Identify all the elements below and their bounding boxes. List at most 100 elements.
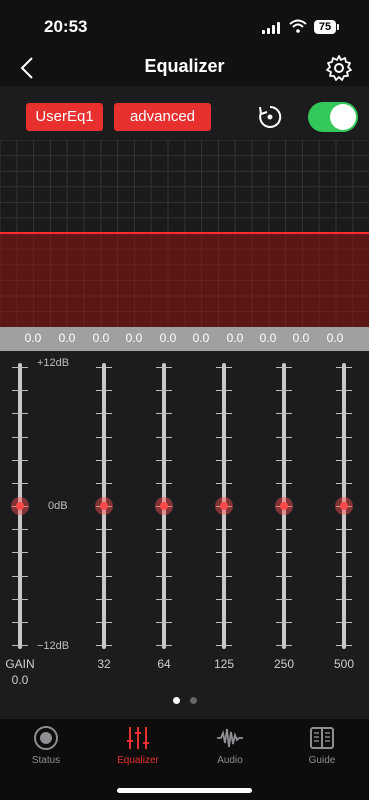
slider-tick	[276, 459, 292, 461]
slider-tick	[12, 621, 28, 623]
tab-status-label: Status	[31, 755, 61, 766]
slider-thumb-250[interactable]	[275, 497, 293, 515]
tab-equalizer[interactable]: Equalizer	[92, 719, 184, 779]
slider-tick	[156, 575, 172, 577]
slider-tick	[216, 529, 232, 531]
slider-thumb-500[interactable]	[335, 497, 353, 515]
slider-tick	[156, 598, 172, 600]
slider-tick	[216, 436, 232, 438]
slider-tick	[276, 621, 292, 623]
slider-thumb-32[interactable]	[95, 497, 113, 515]
slider-tick	[156, 552, 172, 554]
tab-status[interactable]: Status	[0, 719, 92, 779]
slider-tick	[336, 621, 352, 623]
status-time: 20:53	[44, 17, 88, 36]
band-value-8: 0.0	[292, 331, 310, 345]
slider-tick	[156, 413, 172, 415]
slider-tick	[12, 575, 28, 577]
band-value-7: 0.0	[259, 331, 277, 345]
band-label-gain: GAIN	[5, 657, 35, 671]
slider-tick	[156, 367, 172, 368]
cellular-signal-icon	[262, 22, 282, 34]
page-dot-1[interactable]	[172, 697, 180, 704]
mode-button[interactable]: advanced	[114, 103, 211, 131]
reset-icon[interactable]	[257, 104, 283, 130]
book-icon	[310, 727, 334, 749]
slider-tick	[276, 598, 292, 600]
slider-tick	[12, 598, 28, 600]
slider-tick	[156, 621, 172, 623]
tab-audio[interactable]: Audio	[184, 719, 276, 779]
band-value-5: 0.0	[192, 331, 210, 345]
tab-audio-label: Audio	[217, 755, 243, 766]
band-label-125: 125	[213, 657, 235, 671]
preset-button[interactable]: UserEq1	[26, 103, 103, 131]
slider-tick	[156, 436, 172, 438]
band-value-4: 0.0	[159, 331, 177, 345]
band-label-64: 64	[157, 657, 171, 671]
slider-thumb-125[interactable]	[215, 497, 233, 515]
slider-tick	[96, 482, 112, 484]
toggle-knob	[330, 104, 356, 130]
slider-tick	[156, 529, 172, 531]
slider-tick	[216, 598, 232, 600]
slider-tick	[12, 367, 28, 368]
slider-tick	[12, 413, 28, 415]
battery-icon: 75	[314, 20, 339, 34]
slider-tick	[276, 575, 292, 577]
slider-thumb-gain[interactable]	[11, 497, 29, 515]
eq-enable-toggle[interactable]	[308, 102, 358, 132]
gain-sliders: +12dB 0dB −12dB 0.0 GAIN 32 64 125 250 500	[0, 351, 369, 719]
slider-tick	[276, 645, 292, 646]
band-label-250: 250	[273, 657, 295, 671]
slider-tick	[216, 552, 232, 554]
scale-bottom-label: −12dB	[37, 640, 70, 652]
slider-tick	[216, 621, 232, 623]
slider-tick	[12, 529, 28, 531]
eq-curve-svg	[0, 140, 369, 327]
slider-tick	[336, 645, 352, 646]
slider-tick	[96, 413, 112, 415]
tab-guide[interactable]: Guide	[276, 719, 368, 779]
slider-tick	[216, 482, 232, 484]
page-dot-2[interactable]	[189, 697, 197, 704]
slider-tick	[276, 413, 292, 415]
slider-tick	[12, 390, 28, 392]
slider-tick	[216, 390, 232, 392]
slider-tick	[156, 390, 172, 392]
slider-tick	[12, 436, 28, 438]
band-value-3: 0.0	[125, 331, 143, 345]
slider-tick	[336, 367, 352, 368]
band-value-9: 0.0	[326, 331, 344, 345]
band-label-500: 500	[333, 657, 355, 671]
gear-icon[interactable]	[325, 54, 353, 82]
slider-tick	[276, 482, 292, 484]
status-bar: 20:53 75	[0, 0, 369, 50]
slider-tick	[276, 552, 292, 554]
slider-tick	[156, 459, 172, 461]
slider-tick	[276, 529, 292, 531]
slider-tick	[96, 390, 112, 392]
page-indicator[interactable]	[0, 691, 369, 709]
band-value-0: 0.0	[24, 331, 42, 345]
slider-tick	[276, 367, 292, 368]
slider-tick	[96, 598, 112, 600]
slider-tick	[156, 482, 172, 484]
slider-tick	[96, 645, 112, 646]
slider-tick	[96, 367, 112, 368]
slider-tick	[336, 529, 352, 531]
band-value-6: 0.0	[226, 331, 244, 345]
status-icon	[34, 726, 58, 750]
page-title: Equalizer	[144, 56, 225, 76]
home-indicator	[117, 788, 252, 793]
tab-guide-label: Guide	[308, 755, 336, 766]
band-value-1: 0.0	[58, 331, 76, 345]
scale-top-label: +12dB	[37, 357, 70, 369]
slider-tick	[336, 575, 352, 577]
scale-mid-label: 0dB	[48, 500, 68, 512]
slider-tick	[216, 367, 232, 368]
band-values-row: 0.0 0.0 0.0 0.0 0.0 0.0 0.0 0.0 0.0 0.0	[0, 327, 369, 351]
tab-equalizer-label: Equalizer	[117, 755, 159, 766]
slider-thumb-64[interactable]	[155, 497, 173, 515]
slider-tick	[96, 621, 112, 623]
